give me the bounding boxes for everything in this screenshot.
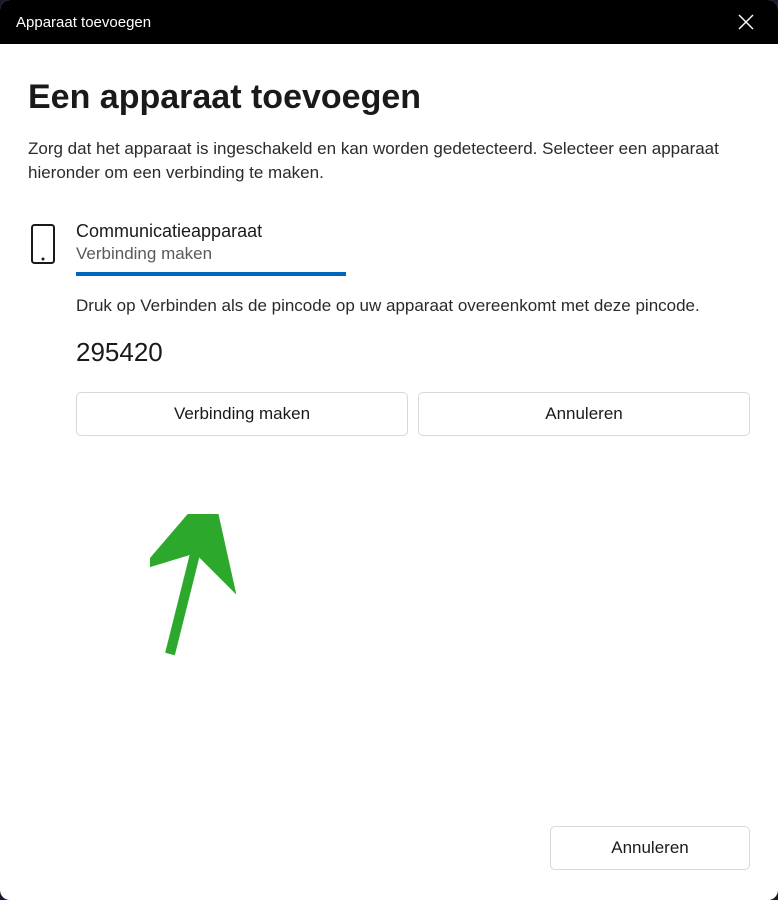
page-title: Een apparaat toevoegen — [28, 78, 750, 117]
progress-fill — [76, 272, 346, 276]
connect-button[interactable]: Verbinding maken — [76, 392, 408, 436]
close-button[interactable] — [732, 8, 760, 36]
device-body: Communicatieapparaat Verbinding maken Dr… — [76, 221, 750, 447]
add-device-dialog: Apparaat toevoegen Een apparaat toevoege… — [0, 0, 778, 900]
footer-cancel-button[interactable]: Annuleren — [550, 826, 750, 870]
pin-instruction: Druk op Verbinden als de pincode op uw a… — [76, 294, 750, 318]
annotation-arrow-icon — [150, 514, 240, 664]
device-action-row: Verbinding maken Annuleren — [76, 392, 750, 436]
phone-icon — [28, 223, 58, 265]
close-icon — [738, 14, 754, 30]
dialog-footer: Annuleren — [0, 826, 778, 900]
pincode: 295420 — [76, 337, 750, 368]
page-subtext: Zorg dat het apparaat is ingeschakeld en… — [28, 137, 750, 185]
titlebar: Apparaat toevoegen — [0, 0, 778, 44]
dialog-content: Een apparaat toevoegen Zorg dat het appa… — [0, 44, 778, 826]
device-name: Communicatieapparaat — [76, 221, 750, 242]
device-row[interactable]: Communicatieapparaat Verbinding maken Dr… — [28, 221, 750, 447]
titlebar-title: Apparaat toevoegen — [16, 14, 151, 31]
device-cancel-button[interactable]: Annuleren — [418, 392, 750, 436]
device-status: Verbinding maken — [76, 244, 750, 264]
progress-bar — [76, 272, 346, 276]
